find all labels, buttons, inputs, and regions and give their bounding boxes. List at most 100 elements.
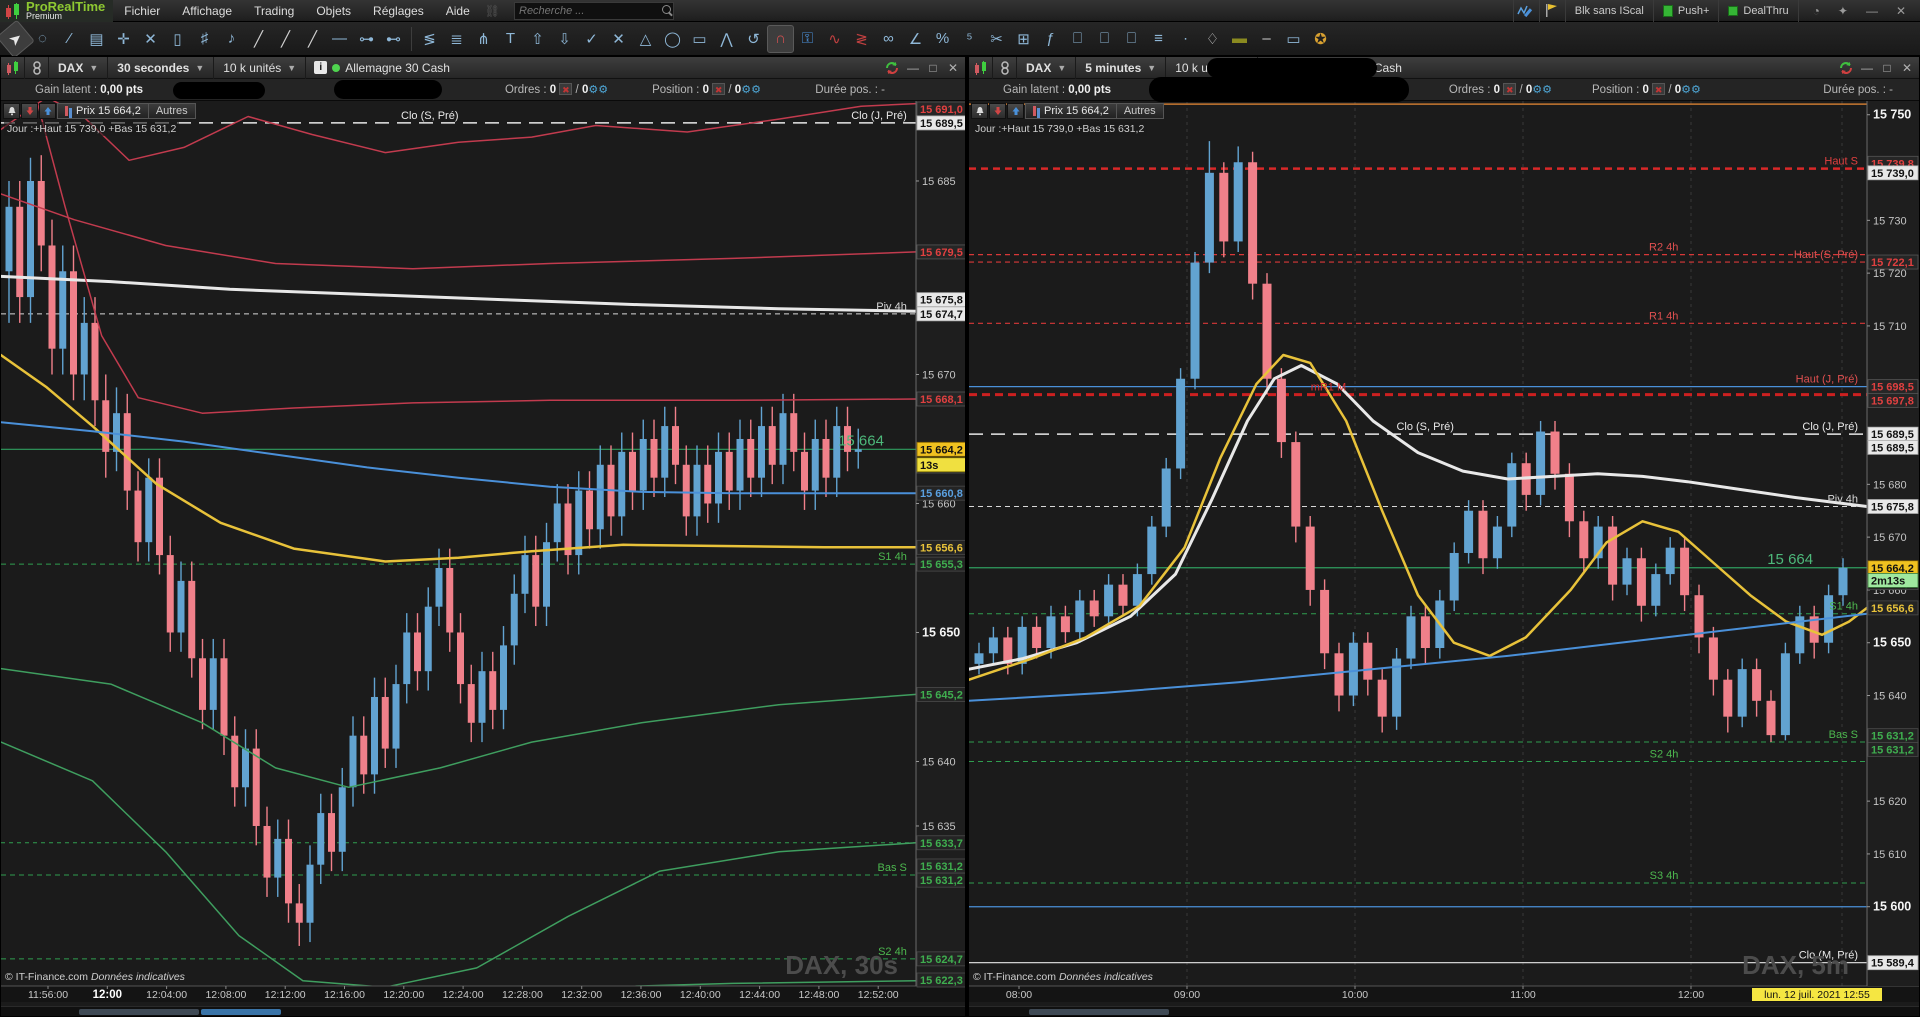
minimize-window-button[interactable]: — (905, 61, 921, 75)
refresh-icon[interactable] (1837, 60, 1855, 76)
area-tool-icon[interactable]: ▭ (1280, 25, 1307, 53)
menu-reglages[interactable]: Réglages (362, 0, 435, 22)
chart2-canvas[interactable]: Haut S R2 4h Haut (S, Pré) R1 4h Haut (J, Pr… (969, 101, 1919, 1002)
rectangle-tool-icon[interactable]: ▭ (686, 25, 713, 53)
buy-arrow-icon[interactable] (39, 103, 56, 119)
position-settings-icon[interactable]: ⚙⚙ (741, 84, 761, 96)
frame-tool-icon[interactable]: ⎕ (1064, 25, 1091, 53)
fibonacci-tool-icon[interactable]: ≶ (416, 25, 443, 53)
like-tool-icon[interactable]: ♢ (1199, 25, 1226, 53)
cancel-tool-icon[interactable]: ✕ (605, 25, 632, 53)
move-tool-icon[interactable]: ✛ (110, 25, 137, 53)
menu-trading[interactable]: Trading (243, 0, 305, 22)
close-position-icon[interactable]: ✖ (712, 83, 726, 95)
frame2-tool-icon[interactable]: ⎕ (1091, 25, 1118, 53)
arrow-up-tool-icon[interactable]: ⇧ (524, 25, 551, 53)
close-window-button[interactable]: ✕ (945, 61, 961, 75)
alarm-off-tool-icon[interactable]: ♯ (191, 25, 218, 53)
link-chain-icon[interactable] (993, 56, 1017, 79)
search-box[interactable] (514, 1, 674, 20)
lock-tool-icon[interactable]: ⚿ (794, 25, 821, 53)
segment-tool-icon[interactable]: ⊶ (353, 25, 380, 53)
close-window-button[interactable]: ✕ (1899, 61, 1915, 75)
sell-arrow-icon[interactable] (21, 103, 38, 119)
pattern-tool-icon[interactable]: ≷ (848, 25, 875, 53)
info-icon[interactable]: i (314, 61, 328, 74)
trendline3-tool-icon[interactable]: ╱ (299, 25, 326, 53)
ellipse-tool-icon[interactable]: ◯ (659, 25, 686, 53)
close-position-icon[interactable]: ✖ (1652, 83, 1666, 95)
ray-tool-icon[interactable]: ⊷ (380, 25, 407, 53)
tab-autres[interactable]: Autres (148, 103, 196, 119)
hseg-tool-icon[interactable]: – (1253, 25, 1280, 53)
alarm-bell-icon[interactable] (3, 103, 20, 119)
maximize-window-button[interactable]: □ (925, 61, 941, 75)
timeframe-dropdown[interactable]: 30 secondes ▼ (108, 56, 215, 79)
cancel-orders-icon[interactable]: ✖ (1503, 83, 1517, 95)
maximize-window-button[interactable]: □ (1879, 61, 1895, 75)
units-dropdown[interactable]: 10 k unités▼ (214, 56, 307, 79)
minimize-window-button[interactable]: — (1859, 61, 1875, 75)
levels-tool-icon[interactable]: ≣ (443, 25, 470, 53)
pitchfork-tool-icon[interactable]: ⋔ (470, 25, 497, 53)
indicator-f-tool-icon[interactable]: ƒ (1037, 25, 1064, 53)
orders-settings-icon[interactable]: ⚙⚙ (588, 84, 608, 96)
text-tool-icon[interactable]: T (497, 25, 524, 53)
scrollbar-range[interactable] (201, 1009, 281, 1015)
arrow-down-tool-icon[interactable]: ⇩ (551, 25, 578, 53)
scrollbar-thumb[interactable] (79, 1009, 199, 1015)
delete-tool-icon[interactable]: ▯ (164, 25, 191, 53)
colorwheel-tool-icon[interactable]: ✪ (1307, 25, 1334, 53)
menu-affichage[interactable]: Affichage (171, 0, 243, 22)
chart-type-icon[interactable] (1, 56, 25, 79)
chart1-canvas[interactable]: Clo (S, Pré) Clo (J, Pré) Piv 4h 15 664 S1 4… (1, 101, 965, 1002)
workspace-selector[interactable]: Blk sans IScal (1564, 0, 1653, 22)
settings-tools[interactable]: ✕ (137, 25, 164, 53)
push-status[interactable]: Push+ (1652, 0, 1719, 22)
menu-objets[interactable]: Objets (305, 0, 362, 22)
dealthru-status[interactable]: DealThru (1718, 0, 1797, 22)
validate-tool-icon[interactable]: ✓ (578, 25, 605, 53)
symbol-dropdown[interactable]: DAX ▼ (1017, 56, 1077, 79)
flag-icon[interactable] (1538, 0, 1565, 22)
angle-tool-icon[interactable]: ∠ (902, 25, 929, 53)
link-chain-icon[interactable] (25, 56, 49, 79)
point-tool-icon[interactable]: ∙ (1172, 25, 1199, 53)
chart-edit-icon[interactable] (1512, 0, 1539, 22)
refresh-icon[interactable] (883, 60, 901, 76)
stats-tool-icon[interactable]: ≡ (1145, 25, 1172, 53)
trendline-tool-icon[interactable]: ╱ (245, 25, 272, 53)
tab-autres[interactable]: Autres (1116, 103, 1164, 119)
scrollbar-thumb[interactable] (1029, 1009, 1169, 1015)
undo-cursor-tool-icon[interactable]: ↺ (740, 25, 767, 53)
count-tool-icon[interactable]: ⁵ (956, 25, 983, 53)
magnet-tool-icon[interactable]: ∩ (767, 24, 794, 53)
chart2-scrollbar[interactable] (969, 1006, 1919, 1016)
cycles-tool-icon[interactable]: ✂ (983, 25, 1010, 53)
extremes-tool-icon[interactable]: ⋀ (713, 25, 740, 53)
menu-fichier[interactable]: Fichier (113, 0, 171, 22)
position-settings-icon[interactable]: ⚙⚙ (1681, 84, 1701, 96)
search-icon[interactable] (662, 4, 671, 17)
sell-arrow-icon[interactable] (989, 103, 1006, 119)
cancel-orders-icon[interactable]: ✖ (559, 83, 573, 95)
timeframe-dropdown[interactable]: 5 minutes ▼ (1076, 56, 1167, 79)
orders-settings-icon[interactable]: ⚙⚙ (1532, 84, 1552, 96)
timer-icon[interactable]: ◔ (1808, 4, 1825, 18)
symbol-dropdown[interactable]: DAX ▼ (49, 56, 109, 79)
tab-prix[interactable]: Prix 15 664,2 (57, 103, 149, 119)
hline-tool-icon[interactable]: — (326, 25, 353, 53)
triangle-tool-icon[interactable]: △ (632, 25, 659, 53)
alarm-tool-icon[interactable]: ♪ (218, 25, 245, 53)
frame3-tool-icon[interactable]: ⎕ (1118, 25, 1145, 53)
zigzag-tool-icon[interactable]: ∿ (821, 25, 848, 53)
minimize-app-button[interactable]: — (1861, 4, 1883, 18)
highlight-tool-icon[interactable]: ▬ (1226, 25, 1253, 53)
alarm-bell-icon[interactable] (971, 103, 988, 119)
link-tool-icon[interactable]: ∞ (875, 25, 902, 53)
chart-type-icon[interactable] (969, 56, 993, 79)
tab-prix[interactable]: Prix 15 664,2 (1025, 103, 1117, 119)
buy-arrow-icon[interactable] (1007, 103, 1024, 119)
close-app-button[interactable]: ✕ (1891, 4, 1911, 18)
copy-tool-icon[interactable]: ▤ (83, 25, 110, 53)
